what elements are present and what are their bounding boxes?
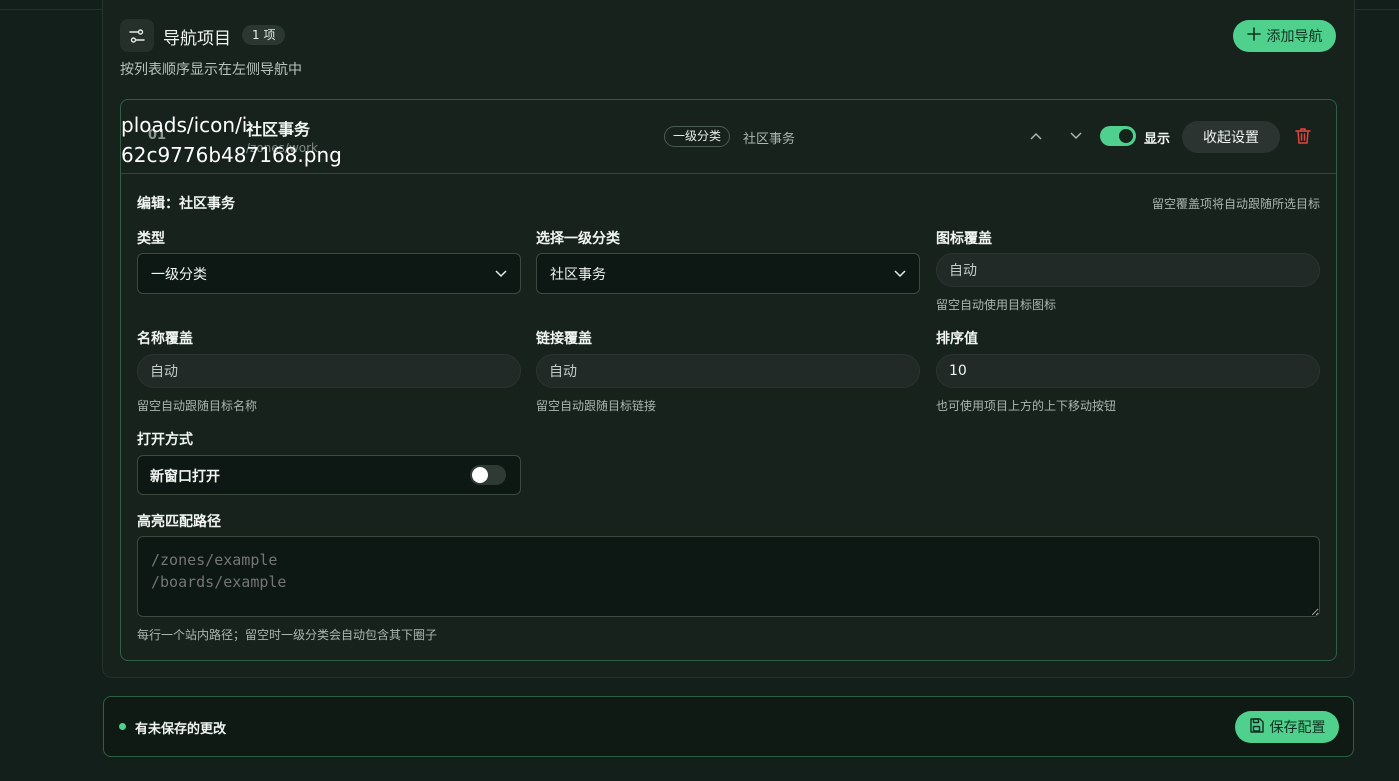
name-override-label: 名称覆盖 [137, 331, 193, 347]
name-override-help: 留空自动跟随目标名称 [137, 399, 258, 413]
add-nav-label: 添加导航 [1266, 29, 1323, 45]
sliders-icon [120, 19, 154, 52]
toggle-knob [1119, 129, 1133, 143]
show-label: 显示 [1144, 132, 1171, 147]
link-override-label: 链接覆盖 [536, 331, 592, 347]
category-select[interactable]: 社区事务 [536, 253, 920, 294]
type-label: 类型 [137, 231, 165, 247]
save-config-label: 保存配置 [1269, 720, 1326, 736]
sort-help: 也可使用项目上方的上下移动按钮 [936, 399, 1117, 413]
add-nav-button[interactable]: 添加导航 [1233, 20, 1336, 52]
category-label: 选择一级分类 [536, 231, 620, 247]
move-up-button[interactable] [1026, 126, 1046, 146]
highlight-help: 每行一个站内路径；留空时一级分类会自动包含其下圈子 [137, 628, 438, 642]
unsaved-status: 有未保存的更改 [135, 722, 227, 737]
type-select[interactable]: 一级分类 [137, 253, 521, 294]
move-down-button[interactable] [1066, 126, 1086, 146]
toggle-knob [472, 467, 488, 483]
icon-override-label: 图标覆盖 [936, 231, 992, 247]
open-mode-box[interactable]: 新窗口打开 [137, 455, 521, 495]
icon-override-help: 留空自动使用目标图标 [936, 298, 1057, 312]
type-select-value: 一级分类 [151, 266, 207, 283]
highlight-label: 高亮匹配路径 [137, 514, 221, 530]
chevron-down-icon [495, 269, 507, 277]
section-title: 导航项目 [163, 29, 231, 49]
sort-input[interactable]: 10 [936, 354, 1320, 388]
trash-icon[interactable] [1295, 127, 1313, 145]
save-config-button[interactable]: 保存配置 [1235, 711, 1339, 743]
edit-title: 编辑：社区事务 [137, 196, 235, 212]
open-mode-option: 新窗口打开 [150, 469, 220, 485]
plus-icon [1246, 27, 1261, 45]
show-toggle[interactable] [1100, 126, 1136, 146]
status-dot [119, 723, 126, 730]
link-override-input[interactable]: 自动 [536, 354, 920, 388]
nav-item-card: 01 /zones/work 社区事务 ploads/icon/i 62c977… [120, 99, 1337, 661]
category-select-value: 社区事务 [550, 266, 606, 283]
section-subtitle: 按列表顺序显示在左侧导航中 [120, 62, 302, 78]
edit-hint: 留空覆盖项将自动跟随所选目标 [1151, 197, 1320, 211]
collapse-settings-button[interactable]: 收起设置 [1182, 121, 1280, 153]
chevron-down-icon [894, 269, 906, 277]
unsaved-bar: 有未保存的更改 保存配置 [103, 696, 1354, 757]
highlight-paths-textarea[interactable] [137, 536, 1320, 617]
name-override-input[interactable]: 自动 [137, 354, 521, 388]
type-badge: 一级分类 [664, 126, 731, 147]
nav-item-header[interactable]: 01 /zones/work 社区事务 ploads/icon/i 62c977… [121, 100, 1336, 174]
sort-label: 排序值 [936, 331, 978, 347]
item-count-badge: 1 项 [242, 25, 286, 45]
link-override-help: 留空自动跟随目标链接 [536, 399, 657, 413]
new-window-toggle[interactable] [470, 465, 506, 485]
chevron-up-icon [1030, 132, 1042, 140]
save-icon [1249, 717, 1264, 737]
icon-override-input[interactable]: 自动 [936, 253, 1320, 287]
open-mode-label: 打开方式 [137, 432, 193, 448]
type-target: 社区事务 [743, 132, 796, 147]
item-icon-image: ploads/icon/i 62c9776b487168.png [121, 113, 342, 167]
chevron-down-icon [1070, 132, 1082, 140]
